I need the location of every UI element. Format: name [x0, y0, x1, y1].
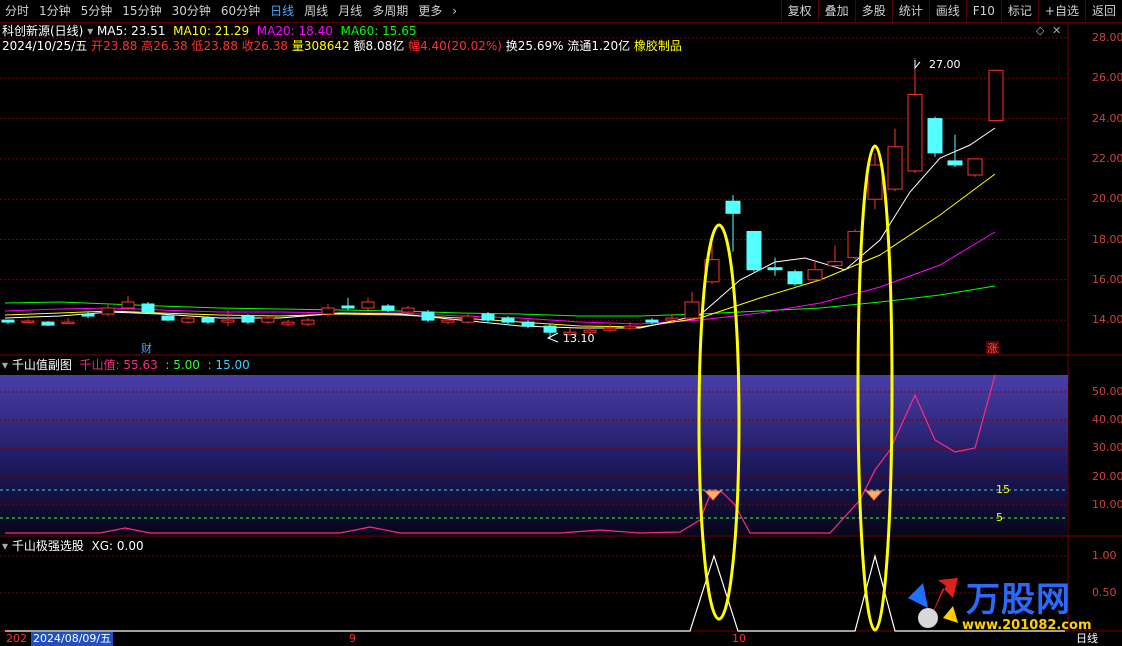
- candle[interactable]: [341, 297, 355, 311]
- candle[interactable]: [321, 303, 335, 317]
- range-value: 4.40(20.02%): [420, 39, 502, 53]
- sub1-line5: : 5.00: [165, 358, 200, 372]
- sub2-xg: XG: 0.00: [91, 539, 144, 553]
- candle[interactable]: [121, 295, 135, 311]
- quote-line: 2024/10/25/五 开23.88 高26.38 低23.88 收26.38…: [2, 37, 682, 55]
- ma20-label: MA20: 18.40: [256, 24, 333, 38]
- axis-label: 20.00: [1092, 192, 1122, 206]
- float-value: 流通1.20亿: [567, 39, 631, 53]
- candle[interactable]: [947, 134, 963, 167]
- candle[interactable]: [827, 245, 843, 268]
- chevron-down-icon[interactable]: ▾: [87, 24, 97, 38]
- close-value: 26.38: [253, 39, 289, 53]
- chevron-down-icon[interactable]: ▾: [2, 539, 12, 553]
- sub1-background: [0, 375, 1068, 535]
- candle[interactable]: [887, 128, 903, 192]
- label-5: 5: [996, 511, 1003, 524]
- candle[interactable]: [684, 291, 700, 321]
- ma10-label: MA10: 21.29: [173, 24, 250, 38]
- sub2-title-line: ▾ 千山极强选股 XG: 0.00: [2, 538, 144, 554]
- diamond-icon[interactable]: ◇: [1036, 24, 1044, 37]
- candle[interactable]: [603, 324, 617, 333]
- stock-name[interactable]: 科创新源(日线): [2, 24, 83, 38]
- sub1-line15: : 15.00: [207, 358, 250, 372]
- vol-label: 量: [291, 39, 304, 53]
- cai-marker: 财: [141, 341, 152, 355]
- chevron-down-icon[interactable]: ▾: [2, 358, 12, 372]
- axis-label: 20.00: [1092, 469, 1122, 483]
- close-label: 收: [241, 39, 254, 53]
- date-start: 202: [6, 632, 27, 645]
- candle[interactable]: [907, 58, 923, 174]
- min-price-label: 13.10: [563, 332, 595, 345]
- axis-label: 30.00: [1092, 441, 1122, 455]
- sector-value[interactable]: 橡胶制品: [634, 39, 682, 53]
- candle[interactable]: [261, 316, 275, 325]
- axis-label: 10.00: [1092, 497, 1122, 511]
- open-label: 开: [91, 39, 104, 53]
- sub1-title-line: ▾ 千山值副图 千山值: 55.63 : 5.00 : 15.00: [2, 357, 250, 373]
- quote-date: 2024/10/25/五: [2, 39, 88, 53]
- zhang-marker: 涨: [987, 342, 998, 355]
- ma5-label: MA5: 23.51: [97, 24, 166, 38]
- range-label: 幅: [408, 39, 421, 53]
- axis-label: 50.00: [1092, 385, 1122, 398]
- candle[interactable]: [746, 230, 762, 272]
- ma60-label: MA60: 15.65: [340, 24, 417, 38]
- candle[interactable]: [361, 297, 375, 311]
- axis-label: 22.00: [1092, 151, 1122, 165]
- kline-chart[interactable]: 27.00 13.10 涨 财: [0, 0, 1122, 646]
- axis-label: 24.00: [1092, 111, 1122, 125]
- max-price-label: 27.00: [929, 58, 961, 71]
- candle[interactable]: [461, 314, 475, 325]
- candle[interactable]: [988, 69, 1004, 122]
- axis-label: 18.00: [1092, 232, 1122, 246]
- date-month-10: 10: [732, 632, 746, 645]
- candle[interactable]: [1, 319, 15, 325]
- open-value: 23.88: [103, 39, 138, 53]
- candle[interactable]: [141, 301, 155, 315]
- candle[interactable]: [301, 318, 315, 327]
- vol-value: 308642: [303, 39, 350, 53]
- ma5-line: [4, 127, 996, 329]
- axis-label: 1.00: [1092, 549, 1117, 562]
- sub2-title[interactable]: 千山极强选股: [12, 539, 84, 553]
- candle[interactable]: [767, 257, 783, 276]
- candle[interactable]: [543, 324, 557, 339]
- logo-url: www.201082.com: [962, 618, 1092, 633]
- high-label: 高: [141, 39, 154, 53]
- candle[interactable]: [787, 269, 803, 286]
- amount-value: 额8.08亿: [353, 39, 405, 53]
- candle[interactable]: [967, 158, 983, 178]
- high-value: 26.38: [153, 39, 188, 53]
- sub1-value: 千山值: 55.63: [79, 358, 158, 372]
- axis-label: 40.00: [1092, 413, 1122, 427]
- candle[interactable]: [101, 303, 115, 317]
- label-15: 15: [996, 483, 1010, 496]
- site-logo: 万股网 www.201082.com: [898, 568, 1103, 638]
- candle[interactable]: [521, 320, 535, 329]
- candle[interactable]: [281, 320, 295, 327]
- sub1-title[interactable]: 千山值副图: [12, 358, 72, 372]
- close-icon[interactable]: ✕: [1052, 24, 1061, 37]
- low-value: 23.88: [203, 39, 238, 53]
- axis-label: 26.00: [1092, 71, 1122, 85]
- candle[interactable]: [41, 321, 55, 327]
- candle[interactable]: [61, 318, 75, 325]
- low-label: 低: [191, 39, 204, 53]
- turnover-value: 换25.69%: [505, 39, 564, 53]
- axis-label: 28.00: [1092, 31, 1122, 44]
- axis-label: 14.00: [1092, 313, 1122, 327]
- candle[interactable]: [927, 116, 943, 157]
- date-month-9: 9: [349, 632, 356, 645]
- axis-label: 16.00: [1092, 272, 1122, 286]
- date-cursor: 2024/08/09/五: [31, 632, 114, 646]
- logo-text: 万股网: [966, 580, 1071, 620]
- candle[interactable]: [421, 310, 435, 323]
